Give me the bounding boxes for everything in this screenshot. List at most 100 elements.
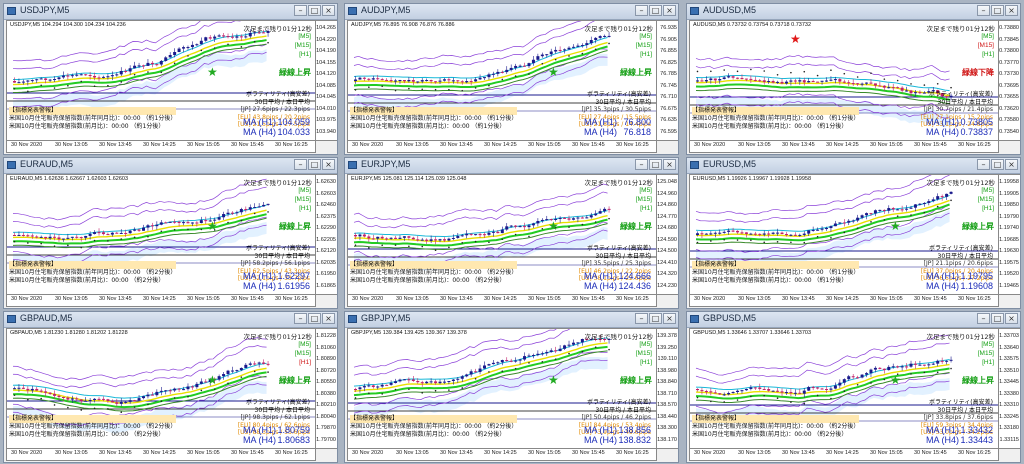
maximize-icon[interactable]: □ [308,159,321,170]
candle-body [478,77,482,80]
price-axis[interactable]: 1.19958 1.19905 1.19850 1.19790 1.19740 1.196… [999,174,1020,295]
maximize-icon[interactable]: □ [649,159,662,170]
price-chart[interactable]: ★ GBPAUD,M5 1.81230 1.81280 1.81202 1.812… [6,328,316,449]
close-icon[interactable]: × [322,159,335,170]
chart-window[interactable]: USDJPY,M5 – □ × ★ USDJPY,M5 104.294 104.300 1… [3,3,338,155]
price-chart[interactable]: ★ GBPJPY,M5 139.384 139.425 139.367 139.3… [347,328,657,449]
minimize-icon[interactable]: – [977,159,990,170]
close-icon[interactable]: × [1005,159,1018,170]
chart-titlebar[interactable]: USDJPY,M5 – □ × [4,4,337,20]
chart-window-icon [348,315,357,323]
chart-window[interactable]: GBPAUD,M5 – □ × ★ GBPAUD,M5 1.81230 1.81280 1… [3,311,338,463]
close-icon[interactable]: × [1005,5,1018,16]
minimize-icon[interactable]: – [294,159,307,170]
chart-window[interactable]: AUDJPY,M5 – □ × ★ AUDJPY,M5 76.895 76.908 76.… [344,3,679,155]
minimize-icon[interactable]: – [635,313,648,324]
candle-body [536,353,540,356]
chart-titlebar[interactable]: AUDJPY,M5 – □ × [345,4,678,20]
time-tick: 30 Nov 13:45 [99,142,132,148]
price-chart[interactable]: ★ EURUSD,M5 1.19926 1.19967 1.19928 1.199… [689,174,999,295]
price-axis[interactable]: 1.62630 1.62603 1.62460 1.62375 1.62290 1.622… [316,174,337,295]
minimize-icon[interactable]: – [977,313,990,324]
minimize-icon[interactable]: – [294,5,307,16]
close-icon[interactable]: × [322,5,335,16]
volatility-title: ボラティリティ(高安差) [929,399,993,406]
time-tick: 30 Nov 16:25 [616,296,649,302]
candle-body [585,217,589,219]
maximize-icon[interactable]: □ [991,159,1004,170]
price-chart[interactable]: ★ EURJPY,M5 125.081 125.114 125.039 125.0… [347,174,657,295]
candle-body [753,387,757,389]
candle-body [222,35,226,37]
minimize-icon[interactable]: – [635,5,648,16]
candle-body [420,80,424,82]
candle-body [146,62,150,66]
price-axis[interactable]: 76.935 76.905 76.855 76.825 76.785 76.745 76.7… [657,20,678,141]
chart-titlebar[interactable]: GBPUSD,M5 – □ × [687,312,1020,328]
maximize-icon[interactable]: □ [991,5,1004,16]
price-axis[interactable]: 1.33703 1.33640 1.33575 1.33510 1.33445 1.333… [999,328,1020,449]
chart-titlebar[interactable]: AUDUSD,M5 – □ × [687,4,1020,20]
chart-window[interactable]: EURUSD,M5 – □ × ★ EURUSD,M5 1.19926 1.19967 1… [686,157,1021,309]
price-chart[interactable]: ★ AUDJPY,M5 76.895 76.908 76.876 76.886 次足… [347,20,657,141]
price-axis[interactable]: 125.048 124.960 124.860 124.770 124.680 124.5… [657,174,678,295]
time-tick: 30 Nov 13:45 [782,296,815,302]
chart-window[interactable]: GBPJPY,M5 – □ × ★ GBPJPY,M5 139.384 139.425 1… [344,311,679,463]
sar-dot [80,246,83,249]
maximize-icon[interactable]: □ [991,313,1004,324]
price-axis[interactable]: 0.73880 0.73845 0.73800 0.73770 0.73730 0.736… [999,20,1020,141]
chart-window[interactable]: EURAUD,M5 – □ × ★ EURAUD,M5 1.62636 1.62667 1… [3,157,338,309]
price-tick: 76.855 [660,48,677,54]
candle-body [217,376,221,380]
minimize-icon[interactable]: – [635,159,648,170]
price-axis[interactable]: 1.81228 1.81060 1.80890 1.80720 1.80550 1.803… [316,328,337,449]
chart-window[interactable]: EURJPY,M5 – □ × ★ EURJPY,M5 125.081 125.114 1… [344,157,679,309]
maximize-icon[interactable]: □ [308,313,321,324]
time-tick: 30 Nov 14:25 [143,450,176,456]
close-icon[interactable]: × [663,5,676,16]
maximize-icon[interactable]: □ [649,313,662,324]
minimize-icon[interactable]: – [294,313,307,324]
close-icon[interactable]: × [663,313,676,324]
candle-body [460,235,464,237]
price-chart[interactable]: ★ AUDUSD,M5 0.73732 0.73754 0.73718 0.737… [689,20,999,141]
price-tick: 139.110 [657,356,677,362]
candle-body [909,363,913,367]
chart-titlebar[interactable]: GBPAUD,M5 – □ × [4,312,337,328]
candle-body [411,79,415,82]
chart-window[interactable]: GBPUSD,M5 – □ × ★ GBPUSD,M5 1.33646 1.33707 1… [686,311,1021,463]
candle-body [865,373,869,375]
sar-dot [910,373,912,375]
bar-countdown: 次足まで残り01分12秒 [926,179,995,187]
close-icon[interactable]: × [663,159,676,170]
candle-body [79,237,83,239]
chart-titlebar[interactable]: GBPJPY,M5 – □ × [345,312,678,328]
price-chart[interactable]: ★ USDJPY,M5 104.294 104.300 104.234 104.2… [6,20,316,141]
candle-body [376,386,380,388]
candle-body [101,76,105,78]
chart-window[interactable]: AUDUSD,M5 – □ × ★ AUDUSD,M5 0.73732 0.73754 0… [686,3,1021,155]
price-chart[interactable]: ★ EURAUD,M5 1.62636 1.62667 1.62603 1.626… [6,174,316,295]
indicator-alert: 【指標発表警報】 米国10月住宅販売保留指数(前年同月比)：00:00 （約2分後… [350,261,518,285]
candle-body [727,393,731,395]
chart-title: EURAUD,M5 [20,159,74,169]
price-axis[interactable]: 104.265 104.220 104.190 104.155 104.120 104.0… [316,20,337,141]
candle-body [847,376,851,380]
close-icon[interactable]: × [1005,313,1018,324]
maximize-icon[interactable]: □ [649,5,662,16]
sar-dot [187,55,189,57]
price-chart[interactable]: ★ GBPUSD,M5 1.33646 1.33707 1.33646 1.337… [689,328,999,449]
candle-body [598,211,602,214]
candle-body [718,232,722,234]
chart-titlebar[interactable]: EURAUD,M5 – □ × [4,158,337,174]
close-icon[interactable]: × [322,313,335,324]
candle-body [744,388,748,391]
chart-titlebar[interactable]: EURJPY,M5 – □ × [345,158,678,174]
sar-dot [408,388,410,390]
price-axis[interactable]: 139.378 139.250 139.110 138.980 138.840 138.7… [657,328,678,449]
session-jp: [JP] 35.5pips / 25.3pips [581,260,651,267]
minimize-icon[interactable]: – [977,5,990,16]
maximize-icon[interactable]: □ [308,5,321,16]
chart-title: GBPJPY,M5 [361,313,411,323]
chart-titlebar[interactable]: EURUSD,M5 – □ × [687,158,1020,174]
